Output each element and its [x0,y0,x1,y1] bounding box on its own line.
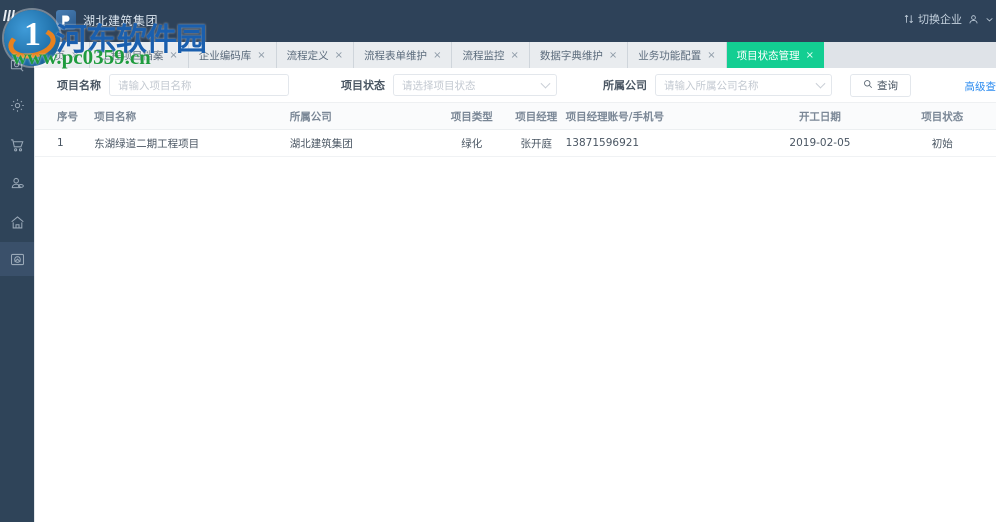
filter-bar: 项目名称 请输入项目名称 项目状态 请选择项目状态 所属公司 请输入所属公司名称 [35,68,996,103]
project-status-select[interactable]: 请选择项目状态 [393,74,557,96]
switch-enterprise-button[interactable]: 切换企业 [904,11,962,27]
column-header: 项目经理账号/手机号 [565,110,664,123]
chevron-down-icon [815,78,826,89]
application-window: 湖北建筑集团 切换企业 首页 × 工程项目档案 × 企业编码库 × 流程定义 ×… [0,0,996,522]
project-status-label: 项目状态 [341,79,385,92]
tab-close-icon[interactable]: × [169,50,177,61]
column-header: 序号 [57,110,78,123]
tab-bar: 首页 × 工程项目档案 × 企业编码库 × 流程定义 × 流程表单维护 × 流程监控 × 数据字典维护 ×… [34,42,996,68]
brand-logo-icon [56,10,76,30]
project-name-label: 项目名称 [57,79,101,92]
cell-account: 13871596921 [565,137,640,149]
tab-close-icon[interactable]: × [707,50,715,61]
cell-status: 初始 [931,137,953,150]
sidebar-item-photo[interactable] [0,242,34,276]
table-row[interactable]: 1 东湖绿道二期工程项目 湖北建筑集团 绿化 张开庭 13871596921 2019-02… [35,130,996,157]
column-header: 项目经理 [515,110,558,123]
tab-label: 数据字典维护 [539,49,603,62]
tab-close-icon[interactable]: × [257,50,265,61]
search-button[interactable]: 查询 [850,73,911,97]
tab-1[interactable]: 工程项目档案 × [90,42,189,68]
cell-manager: 张开庭 [520,137,553,150]
menu-toggle-icon[interactable] [3,10,22,24]
cell-type: 绿化 [461,137,483,150]
tab-close-icon[interactable]: × [335,50,343,61]
brand-name: 湖北建筑集团 [83,13,159,28]
sidebar-item-cart[interactable] [0,128,34,162]
column-header: 所属公司 [289,110,332,123]
project-name-input[interactable]: 请输入项目名称 [109,74,289,96]
chevron-down-icon [540,78,551,89]
column-header: 项目名称 [94,110,137,123]
sidebar-item-user[interactable] [0,166,34,200]
left-sidebar [0,0,34,522]
company-placeholder: 请输入所属公司名称 [664,79,759,92]
tab-5[interactable]: 流程监控 × [452,42,530,68]
tab-0[interactable]: 首页 × [34,42,91,68]
tab-label: 企业编码库 [198,49,252,62]
column-header: 项目类型 [450,110,493,123]
tab-label: 流程定义 [286,49,329,62]
table-body: 1 东湖绿道二期工程项目 湖北建筑集团 绿化 张开庭 13871596921 2019-02… [35,130,996,157]
advanced-search-link[interactable]: 高级查 [965,79,996,94]
user-account-button[interactable] [968,14,979,25]
tab-close-icon[interactable]: × [609,50,617,61]
main-content: 项目名称 请输入项目名称 项目状态 请选择项目状态 所属公司 请输入所属公司名称 [34,68,996,522]
cell-name: 东湖绿道二期工程项目 [94,137,200,150]
search-button-label: 查询 [877,79,898,92]
app-header: 湖北建筑集团 切换企业 [34,0,996,42]
sidebar-item-home[interactable] [0,205,34,239]
tab-label: 工程项目档案 [100,49,164,62]
tab-close-icon[interactable]: × [510,50,518,61]
tab-label: 流程表单维护 [364,49,428,62]
tab-close-icon[interactable]: × [806,50,814,61]
switch-icon [904,14,914,24]
tab-label: 首页 [44,49,65,62]
projects-table: 序号 项目名称 所属公司 项目类型 项目经理 项目经理账号/手机号 开工日期 项目状态 1 东湖… [35,103,996,157]
filter-company: 所属公司 请输入所属公司名称 [603,74,832,96]
company-input[interactable]: 请输入所属公司名称 [655,74,832,96]
tab-7[interactable]: 业务功能配置 × [628,42,727,68]
brand: 湖北建筑集团 [56,10,158,30]
header-right-actions: 切换企业 [904,11,996,27]
more-actions-button[interactable] [985,15,996,24]
tab-6[interactable]: 数据字典维护 × [529,42,629,68]
sidebar-item-image-search[interactable] [0,48,34,82]
tab-2[interactable]: 企业编码库 × [188,42,277,68]
company-label: 所属公司 [603,79,647,92]
tab-close-icon[interactable]: × [433,50,441,61]
column-header: 开工日期 [798,110,841,123]
tab-4[interactable]: 流程表单维护 × [354,42,453,68]
table-header-row: 序号 项目名称 所属公司 项目类型 项目经理 项目经理账号/手机号 开工日期 项目状态 [35,103,996,130]
cell-index: 1 [57,137,64,149]
tab-label: 项目状态管理 [736,49,800,62]
tab-label: 流程监控 [462,49,505,62]
tab-3[interactable]: 流程定义 × [276,42,355,68]
project-name-placeholder: 请输入项目名称 [118,79,192,92]
tab-8[interactable]: 项目状态管理 × [726,42,825,68]
search-icon [863,79,873,92]
chevron-down-icon [985,15,994,24]
tab-bar-filler [824,42,996,68]
cell-company: 湖北建筑集团 [289,137,353,150]
switch-enterprise-label: 切换企业 [918,13,962,26]
project-status-placeholder: 请选择项目状态 [402,79,476,92]
filter-project-name: 项目名称 请输入项目名称 [57,74,289,96]
user-icon [968,14,979,25]
tab-label: 业务功能配置 [638,49,702,62]
sidebar-item-settings[interactable] [0,88,34,122]
cell-start_date: 2019-02-05 [789,137,851,149]
column-header: 项目状态 [921,110,964,123]
tab-close-icon[interactable]: × [71,50,79,61]
filter-project-status: 项目状态 请选择项目状态 [341,74,557,96]
